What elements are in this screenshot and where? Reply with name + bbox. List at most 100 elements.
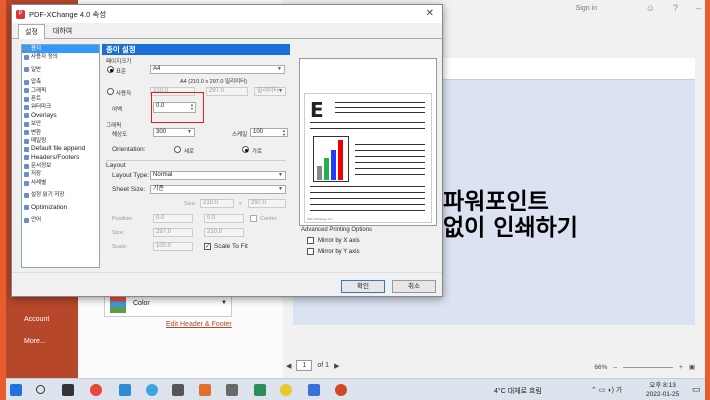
size2-width-input[interactable]: 297.0 — [153, 228, 193, 237]
tree-item-load-save-settings[interactable]: 설정 읽기 저장 — [22, 191, 99, 199]
smiley-icon[interactable]: ☺ — [646, 3, 655, 13]
custom-height-input[interactable]: 297.0 — [206, 87, 248, 96]
size-width-input[interactable]: 210.0 — [200, 199, 234, 208]
standard-size-select[interactable]: A4 ▼ — [150, 65, 285, 74]
app-icon-4[interactable] — [254, 384, 266, 396]
scale-input[interactable]: 100 ▲ ▼ — [250, 128, 288, 137]
close-icon[interactable]: ✕ — [426, 8, 434, 19]
chevron-down-icon: ▼ — [187, 129, 192, 135]
tree-item-overlays[interactable]: Overlays — [22, 112, 99, 120]
globe-icon — [24, 217, 29, 223]
tab-about[interactable]: 대하여 — [47, 24, 78, 38]
store-icon[interactable] — [119, 384, 131, 396]
kakao-icon[interactable] — [280, 384, 292, 396]
nav-account[interactable]: Account — [24, 316, 49, 323]
dialog-titlebar: P PDF-XChange 4.0 속성 ✕ — [12, 5, 442, 23]
app-icon-5[interactable] — [308, 384, 320, 396]
layout-type-select[interactable]: Normal ▼ — [150, 171, 286, 180]
size2-width-value: 297.0 — [156, 229, 172, 235]
search-icon[interactable] — [36, 385, 45, 394]
size2-height-input[interactable]: 210.0 — [204, 228, 244, 237]
app-icon-1[interactable] — [172, 384, 184, 396]
app-icon-3[interactable] — [226, 384, 238, 396]
tree-item-conversion[interactable]: 변환 — [22, 129, 99, 137]
powerpoint-icon[interactable] — [335, 384, 347, 396]
chrome-icon[interactable] — [90, 384, 102, 396]
landscape-radio[interactable] — [242, 146, 249, 153]
tree-item-security[interactable]: 보안 — [22, 120, 99, 128]
help-icon[interactable]: ? — [673, 3, 678, 13]
tree-item-label: 저장 — [31, 171, 42, 178]
scale-to-fit-checkbox[interactable]: ✓ — [204, 243, 211, 250]
task-view-icon[interactable] — [62, 384, 74, 396]
resolution-select[interactable]: 300 ▼ — [153, 128, 195, 137]
app-icon-2[interactable] — [199, 384, 211, 396]
portrait-radio[interactable] — [174, 146, 181, 153]
tree-item-optimization[interactable]: Optimization — [22, 204, 99, 212]
preview-page: E PDF-XChange 4.0 — [304, 93, 432, 223]
compress-icon — [24, 79, 29, 85]
tree-item-default-file-append[interactable]: Default file append — [22, 145, 99, 153]
tree-item-fonts[interactable]: 폰트 — [22, 95, 99, 103]
mirror-y-checkbox[interactable] — [307, 248, 314, 255]
cancel-button[interactable]: 취소 — [392, 280, 436, 293]
save-icon — [24, 172, 29, 178]
custom-unit-select[interactable]: 밀리미터 ▼ — [254, 87, 286, 96]
signin-link[interactable]: Sign in — [576, 5, 597, 12]
zoom-out-icon[interactable]: – — [613, 364, 617, 371]
center-checkbox[interactable] — [250, 215, 257, 222]
zoom-in-icon[interactable]: + — [679, 364, 683, 371]
scale2-input[interactable]: 100.0 — [153, 242, 193, 251]
tab-settings[interactable]: 설정 — [18, 24, 45, 39]
minimize-icon[interactable]: – — [696, 3, 701, 13]
position-x-input[interactable]: 0.0 — [153, 214, 193, 223]
tree-item-paper[interactable]: 용지 — [22, 45, 99, 54]
panel-title: 종이 설정 — [102, 44, 290, 55]
tree-item-mailing[interactable]: 메일링 — [22, 137, 99, 145]
nav-more[interactable]: More... — [24, 338, 46, 345]
tree-item-doc-info[interactable]: 문서정보 — [22, 162, 99, 170]
next-page-icon[interactable]: ▶ — [334, 362, 339, 370]
custom-height-value: 297.0 — [209, 88, 225, 94]
preview-line — [335, 102, 425, 103]
gear-icon — [24, 67, 29, 73]
zoom-slider[interactable] — [623, 366, 674, 368]
tree-item-label: 용지 — [31, 46, 42, 52]
ok-button[interactable]: 확인 — [341, 280, 385, 293]
page-icon — [24, 46, 29, 52]
edge-icon[interactable] — [146, 384, 158, 396]
position-y-value: 0.0 — [207, 215, 216, 221]
system-tray[interactable]: ⌃ ▭ ◗) 가 — [591, 385, 622, 395]
tree-item-custom[interactable]: 사용자 정의 — [22, 53, 99, 61]
tree-item-language[interactable]: 언어 — [22, 216, 99, 224]
size2-label: Size: — [112, 230, 125, 236]
weather-widget[interactable]: 4°C 대체로 흐림 — [494, 386, 542, 396]
resolution-value: 300 — [156, 129, 167, 135]
pdf-xchange-icon: P — [16, 9, 25, 19]
spinner-icon[interactable]: ▲ ▼ — [281, 129, 287, 137]
color-swatch-icon — [110, 296, 126, 313]
mirror-x-checkbox[interactable] — [307, 237, 314, 244]
custom-radio[interactable] — [107, 88, 114, 95]
edit-header-footer-link[interactable]: Edit Header & Footer — [166, 321, 232, 328]
sheet-size-select[interactable]: 기준 ▼ — [150, 185, 286, 194]
standard-radio[interactable] — [107, 66, 114, 73]
tree-item-compression[interactable]: 압축 — [22, 78, 99, 86]
tree-item-watermark[interactable]: 워터마크 — [22, 103, 99, 111]
notification-icon[interactable]: ▭ — [692, 384, 701, 395]
clock[interactable]: 오후 8:13 2022-01-25 — [646, 381, 679, 399]
tree-item-headers-footers[interactable]: Headers/Footers — [22, 154, 99, 162]
mirror-x-label: Mirror by X axis — [318, 237, 360, 244]
windows-start-icon[interactable] — [10, 384, 22, 396]
chart-bar — [331, 150, 336, 180]
size-height-input[interactable]: 297.0 — [248, 199, 286, 208]
tree-item-graphics[interactable]: 그래픽 — [22, 87, 99, 95]
page-number-input[interactable]: 1 — [296, 360, 313, 371]
preview-line — [355, 162, 425, 163]
tree-item-save[interactable]: 저장 — [22, 170, 99, 178]
tree-item-cases[interactable]: 사례별 — [22, 179, 99, 187]
fit-page-icon[interactable]: ▣ — [689, 363, 695, 371]
position-y-input[interactable]: 0.0 — [204, 214, 244, 223]
prev-page-icon[interactable]: ◀ — [286, 362, 291, 370]
tree-item-general[interactable]: 일반 — [22, 66, 99, 74]
